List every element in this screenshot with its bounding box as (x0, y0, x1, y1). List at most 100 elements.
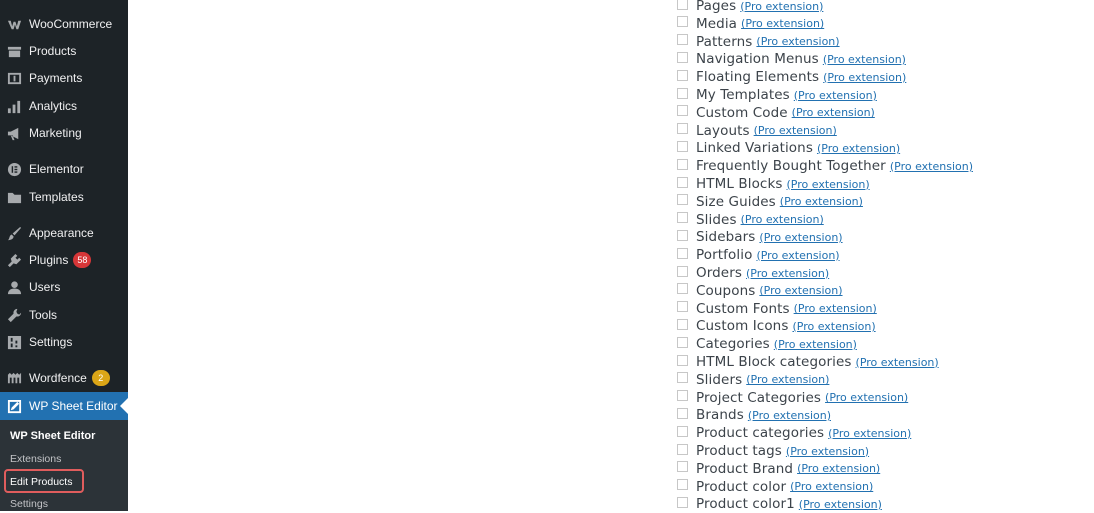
pro-extension-link[interactable]: (Pro extension) (828, 427, 911, 440)
checklist-row: Media (Pro extension) (677, 15, 824, 33)
pro-extension-link[interactable]: (Pro extension) (740, 0, 823, 13)
sidebar-item-woocommerce[interactable]: WooCommerce (0, 10, 128, 38)
pro-extension-link[interactable]: (Pro extension) (787, 178, 870, 191)
checkbox-label: Product color (696, 478, 787, 495)
checkbox[interactable] (677, 336, 688, 348)
checkbox-label: Product Brand (696, 460, 794, 477)
checkbox[interactable] (677, 265, 688, 277)
submenu-title[interactable]: WP Sheet Editor (10, 430, 95, 442)
checklist-row: Sliders (Pro extension) (677, 371, 829, 389)
checkbox[interactable] (677, 87, 688, 99)
checkbox[interactable] (677, 425, 688, 437)
checkbox[interactable] (677, 461, 688, 473)
pro-extension-link[interactable]: (Pro extension) (756, 35, 839, 48)
sidebar-item-wp-sheet-editor[interactable]: WP Sheet Editor (0, 392, 128, 420)
woocommerce-icon (7, 17, 22, 32)
checkbox[interactable] (677, 123, 688, 135)
checkbox[interactable] (677, 229, 688, 241)
checkbox[interactable] (677, 105, 688, 117)
pro-extension-link[interactable]: (Pro extension) (825, 391, 908, 404)
sidebar-item-label: Users (29, 280, 61, 294)
checklist-row: Custom Code (Pro extension) (677, 104, 875, 122)
pro-extension-link[interactable]: (Pro extension) (786, 445, 869, 458)
checkbox[interactable] (677, 212, 688, 224)
checkbox-label: Layouts (696, 122, 750, 139)
pro-extension-link[interactable]: (Pro extension) (794, 302, 877, 315)
pro-extension-link[interactable]: (Pro extension) (792, 320, 875, 333)
checklist-row: Product Brand (Pro extension) (677, 460, 880, 478)
checkbox[interactable] (677, 158, 688, 170)
pro-extension-link[interactable]: (Pro extension) (756, 249, 839, 262)
checkbox[interactable] (677, 301, 688, 313)
sidebar-item-analytics[interactable]: Analytics (0, 92, 128, 120)
sidebar-item-tools[interactable]: Tools (0, 301, 128, 329)
pro-extension-link[interactable]: (Pro extension) (741, 17, 824, 30)
pro-extension-link[interactable]: (Pro extension) (817, 142, 900, 155)
payments-icon (7, 71, 22, 86)
checklist-row: Floating Elements (Pro extension) (677, 68, 906, 86)
pro-extension-link[interactable]: (Pro extension) (790, 480, 873, 493)
checkbox[interactable] (677, 140, 688, 152)
pro-extension-link[interactable]: (Pro extension) (746, 267, 829, 280)
checkbox-label: Custom Icons (696, 318, 789, 335)
current-menu-arrow (120, 398, 128, 414)
pro-extension-link[interactable]: (Pro extension) (792, 106, 875, 119)
checkbox-label: Custom Fonts (696, 300, 790, 317)
pro-extension-link[interactable]: (Pro extension) (823, 53, 906, 66)
checkbox[interactable] (677, 496, 688, 508)
pro-extension-link[interactable]: (Pro extension) (780, 195, 863, 208)
sidebar-item-products[interactable]: Products (0, 37, 128, 65)
sidebar-item-plugins[interactable]: Plugins 58 (0, 246, 128, 274)
checkbox[interactable] (677, 443, 688, 455)
checkbox[interactable] (677, 354, 688, 366)
checkbox[interactable] (677, 247, 688, 259)
checkbox-label: Pages (696, 0, 737, 14)
checkbox[interactable] (677, 479, 688, 491)
sidebar-item-elementor[interactable]: Elementor (0, 155, 128, 183)
checkbox[interactable] (677, 34, 688, 46)
pro-extension-link[interactable]: (Pro extension) (759, 284, 842, 297)
checkbox-label: Product color1 (696, 496, 795, 513)
checkbox[interactable] (677, 16, 688, 28)
pro-extension-link[interactable]: (Pro extension) (759, 231, 842, 244)
sidebar-item-users[interactable]: Users (0, 273, 128, 301)
checkbox[interactable] (677, 318, 688, 330)
pro-extension-link[interactable]: (Pro extension) (799, 498, 882, 511)
sidebar-item-label: Tools (29, 308, 58, 322)
checkbox[interactable] (677, 69, 688, 81)
checkbox[interactable] (677, 407, 688, 419)
sidebar-item-appearance[interactable]: Appearance (0, 219, 128, 247)
checkbox[interactable] (677, 51, 688, 63)
checklist-row: Categories (Pro extension) (677, 335, 857, 353)
checkbox[interactable] (677, 390, 688, 402)
sidebar-item-marketing[interactable]: Marketing (0, 119, 128, 147)
pro-extension-link[interactable]: (Pro extension) (774, 338, 857, 351)
pro-extension-link[interactable]: (Pro extension) (794, 89, 877, 102)
submenu-item-settings[interactable]: Settings (10, 498, 48, 510)
pro-extension-link[interactable]: (Pro extension) (741, 213, 824, 226)
sidebar-item-settings[interactable]: Settings (0, 328, 128, 356)
sidebar-item-wordfence[interactable]: Wordfence 2 (0, 364, 128, 392)
checkbox[interactable] (677, 194, 688, 206)
analytics-icon (7, 99, 22, 114)
pro-extension-link[interactable]: (Pro extension) (856, 356, 939, 369)
pro-extension-link[interactable]: (Pro extension) (748, 409, 831, 422)
sidebar-item-templates[interactable]: Templates (0, 183, 128, 211)
checkbox[interactable] (677, 283, 688, 295)
checkbox[interactable] (677, 0, 688, 10)
highlight-annotation (4, 469, 84, 493)
checkbox[interactable] (677, 176, 688, 188)
checklist-row: Product tags (Pro extension) (677, 442, 869, 460)
checkbox-label: Size Guides (696, 193, 776, 210)
pro-extension-link[interactable]: (Pro extension) (797, 462, 880, 475)
brush-icon (7, 226, 22, 241)
checkbox[interactable] (677, 372, 688, 384)
sidebar-item-payments[interactable]: Payments (0, 64, 128, 92)
pro-extension-link[interactable]: (Pro extension) (890, 160, 973, 173)
pro-extension-link[interactable]: (Pro extension) (754, 124, 837, 137)
submenu-item-extensions[interactable]: Extensions (10, 453, 61, 465)
checklist-row: Custom Fonts (Pro extension) (677, 300, 877, 318)
notification-badge: 2 (91, 370, 110, 386)
pro-extension-link[interactable]: (Pro extension) (823, 71, 906, 84)
pro-extension-link[interactable]: (Pro extension) (746, 373, 829, 386)
